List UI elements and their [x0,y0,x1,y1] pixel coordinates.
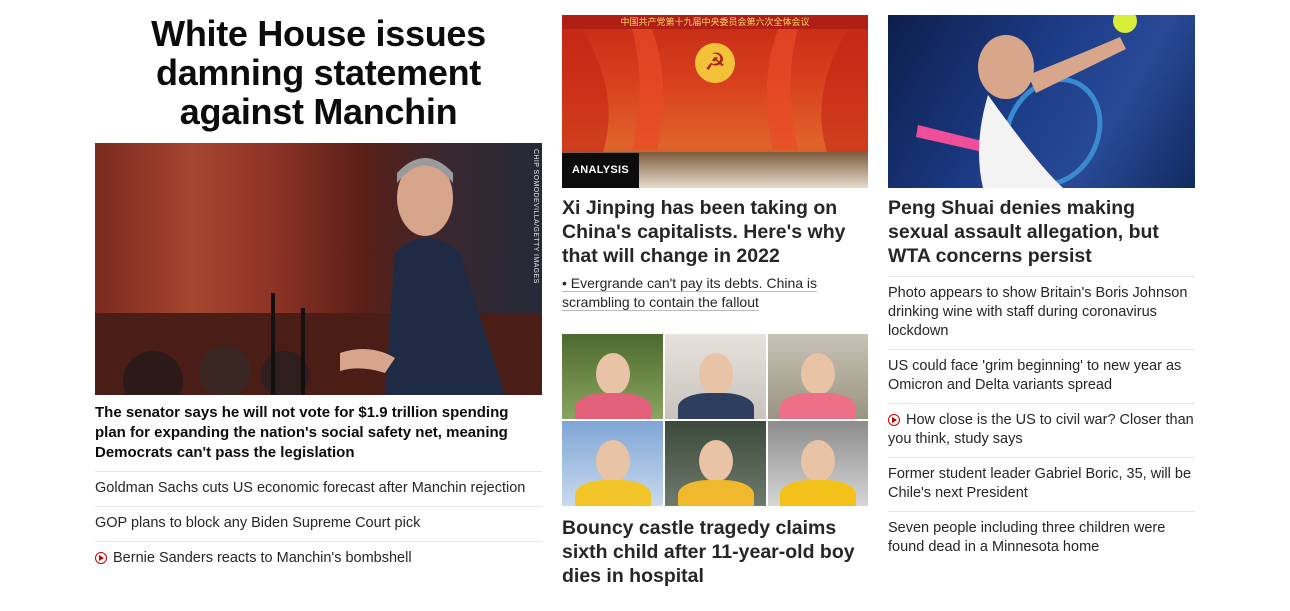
related-link-text: Photo appears to show Britain's Boris Jo… [888,285,1188,339]
related-link-text: Former student leader Gabriel Boric, 35,… [888,466,1192,501]
play-video-icon [888,414,900,426]
child-photo-1 [562,334,663,419]
bouncy-castle-image-grid[interactable] [562,334,868,507]
peng-shuai-image[interactable] [888,15,1195,188]
related-link-boris-johnson[interactable]: Photo appears to show Britain's Boris Jo… [888,277,1195,350]
related-link-boric[interactable]: Former student leader Gabriel Boric, 35,… [888,458,1195,512]
evergrande-link-text: • Evergrande can't pay its debts. China … [562,275,818,311]
athlete-arm-illustration [916,37,1126,188]
child-photo-5 [665,421,766,506]
lead-summary[interactable]: The senator says he will not vote for $1… [95,403,542,472]
related-link-text: Goldman Sachs cuts US economic forecast … [95,480,526,496]
lead-headline[interactable]: White House issues damning statement aga… [95,14,542,131]
related-link-text: GOP plans to block any Biden Supreme Cou… [95,515,421,531]
related-link-text: Seven people including three children we… [888,520,1166,555]
evergrande-link[interactable]: • Evergrande can't pay its debts. China … [562,274,868,312]
right-column: Peng Shuai denies making sexual assault … [888,0,1195,565]
related-link-civil-war-video[interactable]: How close is the US to civil war? Closer… [888,404,1195,458]
manchin-photo-illustration [95,158,542,395]
related-link-sanders-video[interactable]: Bernie Sanders reacts to Manchin's bombs… [95,542,542,576]
party-emblem-icon: ☭ [695,43,735,83]
xi-story-headline[interactable]: Xi Jinping has been taking on China's ca… [562,196,868,268]
child-photo-3 [768,334,868,419]
xi-story-image[interactable]: 中国共产党第十九届中央委员会第六次全体会议 ☭ ANALYSIS [562,15,868,188]
analysis-badge: ANALYSIS [562,153,640,188]
photo-credit: CHIP SOMODEVILLA/GETTY IMAGES [532,149,539,284]
middle-column: 中国共产党第十九届中央委员会第六次全体会议 ☭ ANALYSIS Xi Jinp… [562,0,868,588]
related-link-text: How close is the US to civil war? Closer… [888,412,1194,447]
child-photo-6 [768,421,868,506]
related-link-text: US could face 'grim beginning' to new ye… [888,358,1182,393]
lead-story-image[interactable]: CHIP SOMODEVILLA/GETTY IMAGES [95,143,542,395]
peng-related-list: Photo appears to show Britain's Boris Jo… [888,276,1195,565]
play-video-icon [95,552,107,564]
related-link-text: Bernie Sanders reacts to Manchin's bombs… [113,550,412,566]
child-photo-2 [665,334,766,419]
related-link-omicron[interactable]: US could face 'grim beginning' to new ye… [888,350,1195,404]
related-link-goldman[interactable]: Goldman Sachs cuts US economic forecast … [95,472,542,507]
child-photo-4 [562,421,663,506]
lead-story-column: White House issues damning statement aga… [95,0,542,576]
bouncy-castle-headline[interactable]: Bouncy castle tragedy claims sixth child… [562,516,868,588]
peng-shuai-headline[interactable]: Peng Shuai denies making sexual assault … [888,196,1195,268]
related-link-minnesota[interactable]: Seven people including three children we… [888,512,1195,565]
related-link-gop[interactable]: GOP plans to block any Biden Supreme Cou… [95,507,542,542]
